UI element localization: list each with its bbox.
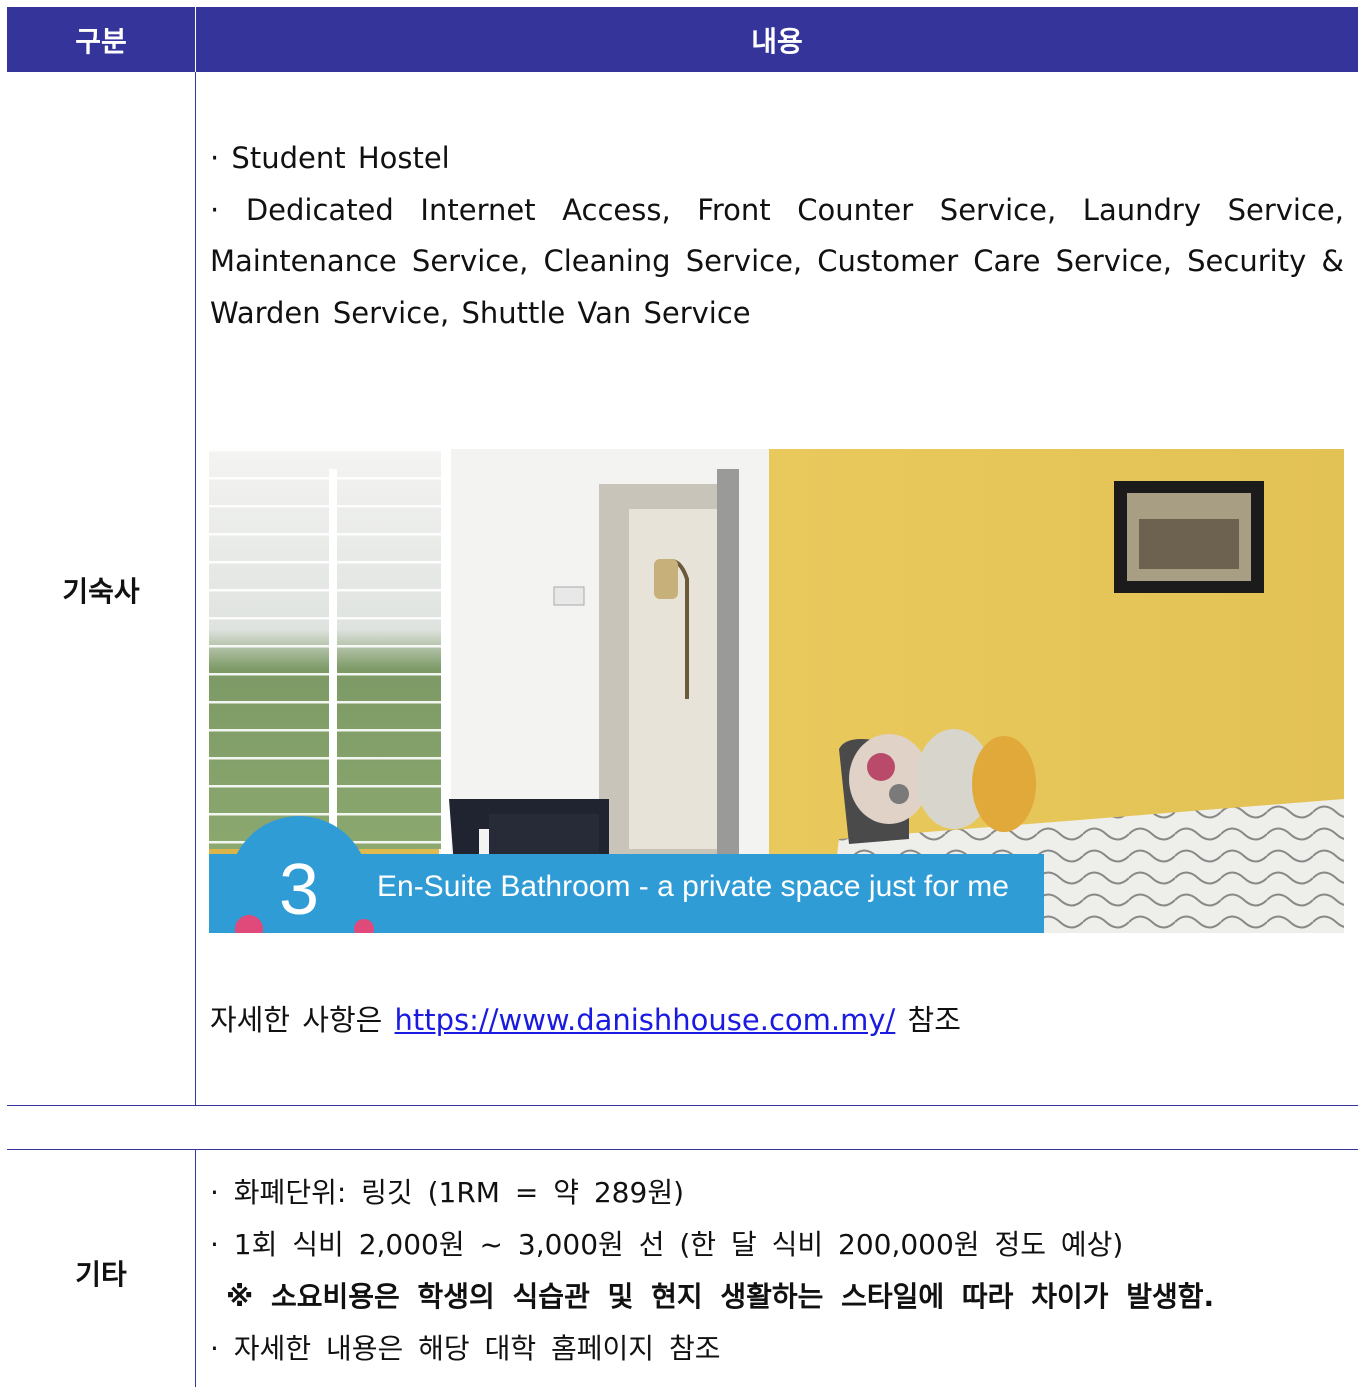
dorm-description: · Student Hostel · Dedicated Internet Ac…: [210, 133, 1344, 339]
etc-more-info: · 자세한 내용은 해당 대학 홈페이지 참조: [210, 1332, 721, 1365]
row-label-etc: 기타: [75, 1258, 127, 1291]
column-divider-2: [195, 1150, 196, 1387]
dorm-room-photo: 3 En-Suite Bathroom - a private space ju…: [209, 449, 1344, 933]
header-category: 구분: [7, 7, 196, 72]
header-content: 내용: [751, 24, 803, 58]
table-header: 구분 내용: [7, 7, 1358, 72]
more-prefix: 자세한 사항은: [210, 1003, 383, 1037]
photo-badge-number: 3: [279, 850, 319, 930]
etc-content: · 화폐단위: 링깃 (1RM = 약 289원) · 1회 식비 2,000원…: [210, 1167, 1350, 1375]
etc-meal-cost: · 1회 식비 2,000원 ~ 3,000원 선 (한 달 식비 200,00…: [210, 1228, 1124, 1261]
danishhouse-link[interactable]: https://www.danishhouse.com.my/: [395, 1003, 896, 1037]
column-divider-1: [195, 72, 196, 1106]
etc-note: ※ 소요비용은 학생의 식습관 및 현지 생활하는 스타일에 따라 차이가 발생…: [226, 1280, 1215, 1313]
row-divider-2: [7, 1149, 1358, 1150]
dorm-line-2: · Dedicated Internet Access, Front Count…: [210, 192, 1344, 330]
dorm-line-1: · Student Hostel: [210, 141, 450, 175]
row-divider-1: [7, 1105, 1358, 1106]
row-label-dorm: 기숙사: [62, 575, 140, 608]
dorm-more-info: 자세한 사항은 https://www.danishhouse.com.my/ …: [210, 998, 961, 1042]
etc-currency: · 화폐단위: 링깃 (1RM = 약 289원): [210, 1176, 684, 1209]
photo-caption: En-Suite Bathroom - a private space just…: [377, 870, 1009, 903]
more-suffix: 참조: [907, 1003, 961, 1037]
